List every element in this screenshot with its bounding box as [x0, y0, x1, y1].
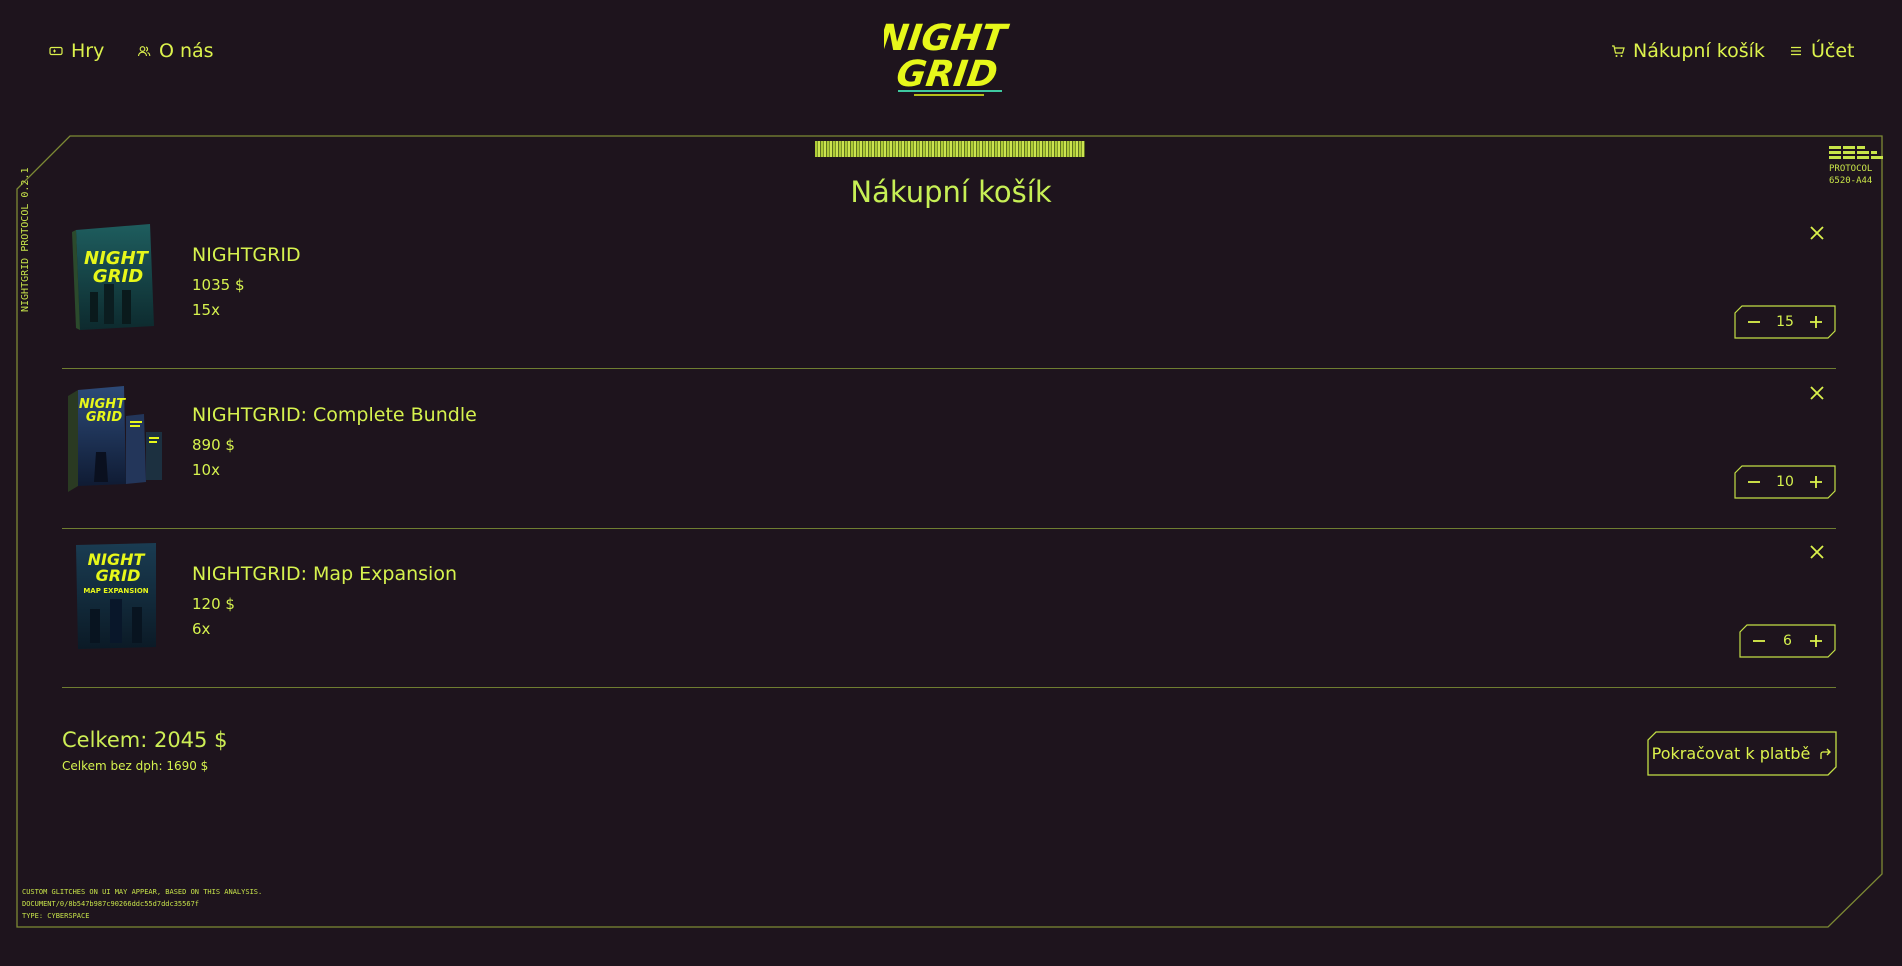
page-title: Nákupní košík	[850, 175, 1052, 209]
nav-games-label: Hry	[71, 40, 105, 62]
cover-title-2: GRID	[96, 566, 141, 585]
item-price: 120 $	[192, 595, 235, 613]
users-icon	[137, 46, 151, 57]
cart-total: Celkem: 2045 $	[62, 728, 228, 752]
gamepad-icon	[49, 46, 63, 56]
cover-title-2: GRID	[93, 266, 143, 287]
cart-item: NIGHT GRID NIGHTGRID 1035 $ 15x 15	[62, 210, 1836, 369]
footer-line: DOCUMENT/0/8b547b987c90266ddc55d7ddc3556…	[22, 900, 200, 908]
close-icon[interactable]	[1808, 384, 1826, 402]
frame-footer-text: CUSTOM GLITCHES ON UI MAY APPEAR, BASED …	[22, 886, 262, 922]
product-cover-image: NIGHT GRID MAP EXPANSION	[76, 543, 156, 649]
nav-about-label: O nás	[159, 40, 214, 62]
plus-icon[interactable]	[1808, 314, 1824, 330]
plus-icon[interactable]	[1808, 474, 1824, 490]
glitch-bar-decoration	[815, 141, 1085, 157]
minus-icon[interactable]	[1751, 633, 1767, 649]
product-cover-image: NIGHT GRID	[68, 386, 162, 492]
item-quantity-text: 10x	[192, 461, 220, 479]
item-quantity-text: 15x	[192, 301, 220, 319]
logo-text-bottom: GRID	[894, 52, 1001, 95]
item-name: NIGHTGRID: Complete Bundle	[192, 404, 477, 426]
nav-cart-link[interactable]: Nákupní košík	[1611, 40, 1765, 62]
footer-line: CUSTOM GLITCHES ON UI MAY APPEAR, BASED …	[22, 888, 263, 896]
item-price: 1035 $	[192, 276, 245, 294]
top-navigation: Hry O nás NIGHT GRID Nákupní košík Účet	[0, 0, 1902, 106]
item-name: NIGHTGRID: Map Expansion	[192, 563, 458, 585]
nightgrid-logo[interactable]: NIGHT GRID	[875, 10, 1014, 100]
quantity-value: 10	[1776, 474, 1794, 490]
cart-item: NIGHT GRID MAP EXPANSION NIGHTGRID: Map …	[62, 529, 1836, 688]
cart-total-without-vat: Celkem bez dph: 1690 $	[62, 759, 209, 773]
item-name: NIGHTGRID	[192, 244, 301, 266]
nav-account-label: Účet	[1811, 40, 1855, 62]
quantity-stepper: 15	[1734, 305, 1836, 339]
nav-about-link[interactable]: O nás	[137, 40, 214, 62]
forward-arrow-icon	[1820, 748, 1832, 759]
footer-line: TYPE: CYBERSPACE	[22, 912, 90, 920]
close-icon[interactable]	[1808, 543, 1826, 561]
item-quantity-text: 6x	[192, 620, 211, 638]
quantity-stepper: 10	[1734, 465, 1836, 499]
close-icon[interactable]	[1808, 224, 1826, 242]
minus-icon[interactable]	[1746, 314, 1762, 330]
cover-subtitle: MAP EXPANSION	[83, 587, 148, 595]
protocol-bars-icon	[1829, 146, 1883, 159]
quantity-stepper: 6	[1739, 624, 1836, 658]
item-price: 890 $	[192, 436, 235, 454]
quantity-value: 6	[1783, 633, 1792, 649]
quantity-value: 15	[1776, 314, 1794, 330]
checkout-label: Pokračovat k platbě	[1651, 744, 1811, 763]
nav-cart-label: Nákupní košík	[1633, 40, 1765, 62]
checkout-button[interactable]: Pokračovat k platbě	[1647, 731, 1837, 776]
cart-item: NIGHT GRID NIGHTGRID: Complete Bundle 89…	[62, 370, 1836, 529]
protocol-label: PROTOCOL	[1829, 164, 1873, 174]
plus-icon[interactable]	[1808, 633, 1824, 649]
menu-icon	[1791, 46, 1801, 56]
nav-account-link[interactable]: Účet	[1789, 40, 1855, 62]
cart-icon	[1612, 45, 1625, 57]
cover-title-2: GRID	[86, 410, 123, 425]
minus-icon[interactable]	[1746, 474, 1762, 490]
nav-games-link[interactable]: Hry	[49, 40, 104, 62]
product-cover-image: NIGHT GRID	[72, 224, 154, 330]
